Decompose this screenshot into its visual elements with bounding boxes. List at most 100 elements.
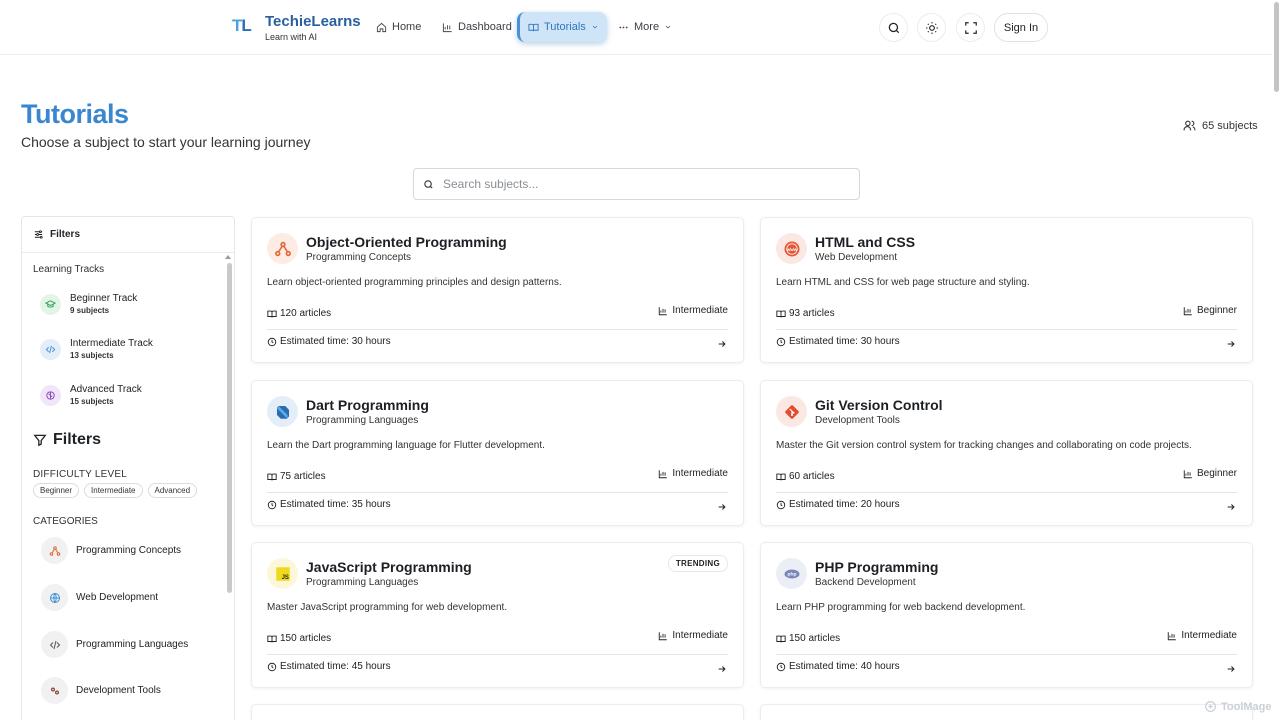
- subject-search[interactable]: [413, 168, 860, 200]
- card-articles-label: 93 articles: [789, 308, 835, 319]
- card-time-label: Estimated time: 20 hours: [789, 499, 900, 510]
- sidebar-header-label: Filters: [50, 229, 81, 240]
- arrow-right-icon[interactable]: [717, 336, 727, 354]
- track-beginner-text: Beginner Track 9 subjects: [70, 293, 137, 315]
- subject-card-oop[interactable]: Object-Oriented Programming Programming …: [251, 217, 744, 363]
- php-logo-icon: php: [776, 558, 807, 589]
- book-icon: [776, 635, 786, 642]
- code-icon: [40, 338, 61, 360]
- card-articles: 120 articles: [267, 308, 331, 319]
- category-web-development[interactable]: Web Development: [41, 584, 158, 611]
- dart-logo-icon: [267, 396, 298, 427]
- arrow-right-icon[interactable]: [717, 499, 727, 517]
- card-title[interactable]: PHP Programming: [815, 559, 938, 575]
- track-intermediate[interactable]: Intermediate Track 13 subjects: [40, 338, 153, 360]
- card-level-label: Beginner: [1196, 468, 1237, 479]
- subject-count-label: 65 subjects: [1202, 119, 1258, 132]
- sun-icon: [925, 21, 938, 34]
- www-globe-icon: www: [776, 233, 807, 264]
- brand-name[interactable]: TechieLearns: [265, 13, 361, 30]
- graduation-cap-icon: [40, 293, 61, 315]
- track-count: 13 subjects: [70, 351, 114, 360]
- subject-count: 65 subjects: [1183, 119, 1258, 132]
- card-articles-label: 150 articles: [280, 633, 332, 644]
- js-logo-text: JS: [281, 574, 288, 580]
- sidebar-scrollbar[interactable]: [227, 263, 232, 593]
- filters-title-label: Filters: [53, 431, 102, 448]
- subject-card-dart[interactable]: Dart Programming Programming Languages L…: [251, 380, 744, 526]
- brain-icon: [40, 384, 61, 406]
- nav-tutorials[interactable]: Tutorials: [517, 12, 607, 42]
- card-description: Master JavaScript programming for web de…: [267, 602, 508, 613]
- category-programming-languages[interactable]: Programming Languages: [41, 631, 188, 658]
- card-title[interactable]: Object-Oriented Programming: [306, 234, 507, 250]
- card-level-label: Beginner: [1196, 305, 1237, 316]
- card-title[interactable]: JavaScript Programming: [306, 559, 472, 575]
- fullscreen-button[interactable]: [956, 13, 985, 42]
- search-input[interactable]: [443, 177, 843, 191]
- card-title[interactable]: Dart Programming: [306, 397, 429, 413]
- sign-in-button[interactable]: Sign In: [994, 13, 1048, 42]
- category-programming-concepts[interactable]: Programming Concepts: [41, 537, 181, 564]
- learning-tracks-label: Learning Tracks: [33, 264, 105, 275]
- search-button[interactable]: [879, 13, 908, 42]
- subject-card-javascript[interactable]: JS JavaScript Programming Programming La…: [251, 542, 744, 688]
- track-advanced-text: Advanced Track 15 subjects: [70, 384, 142, 406]
- logo-letter-t: T: [232, 16, 242, 35]
- sidebar-scroll-up[interactable]: [225, 255, 231, 259]
- users-icon: [1183, 120, 1196, 131]
- subject-card-html-css[interactable]: www HTML and CSS Web Development Learn H…: [760, 217, 1253, 363]
- nav-dashboard[interactable]: Dashboard: [434, 12, 520, 42]
- nav-more-label: More: [634, 21, 660, 33]
- book-icon: [776, 310, 786, 317]
- nav-more[interactable]: More: [610, 12, 680, 42]
- track-name: Intermediate Track: [70, 338, 153, 349]
- subject-card-php[interactable]: php PHP Programming Backend Development …: [760, 542, 1253, 688]
- book-icon: [267, 473, 277, 480]
- card-level: Intermediate: [658, 468, 728, 479]
- bar-chart-icon: [1183, 469, 1192, 478]
- logo-mark[interactable]: TL: [232, 16, 252, 36]
- card-title[interactable]: HTML and CSS: [815, 234, 915, 250]
- trending-badge: TRENDING: [667, 555, 728, 572]
- track-name: Advanced Track: [70, 384, 142, 395]
- arrow-right-icon[interactable]: [717, 661, 727, 679]
- chip-beginner[interactable]: Beginner: [33, 483, 80, 498]
- card-description: Master the Git version control system fo…: [776, 440, 1192, 451]
- card-time-label: Estimated time: 40 hours: [789, 661, 900, 672]
- gears-icon: [41, 677, 68, 704]
- track-beginner[interactable]: Beginner Track 9 subjects: [40, 293, 137, 315]
- nav-dashboard-label: Dashboard: [458, 21, 512, 33]
- page-title: Tutorials: [21, 99, 129, 129]
- card-description: Learn PHP programming for web backend de…: [776, 602, 1026, 613]
- arrow-right-icon[interactable]: [1226, 499, 1236, 517]
- book-icon: [528, 23, 539, 31]
- nav-home[interactable]: Home: [368, 12, 429, 42]
- chip-intermediate[interactable]: Intermediate: [84, 483, 143, 498]
- theme-toggle-button[interactable]: [917, 13, 946, 42]
- card-category: Programming Concepts: [306, 252, 412, 263]
- difficulty-label: DIFFICULTY LEVEL: [33, 469, 127, 480]
- more-dots-icon: [619, 26, 628, 28]
- chip-advanced[interactable]: Advanced: [147, 483, 198, 498]
- subject-card-partial[interactable]: [251, 704, 744, 720]
- card-description: Learn object-oriented programming princi…: [267, 277, 562, 288]
- category-development-tools[interactable]: Development Tools: [41, 677, 161, 704]
- track-advanced[interactable]: Advanced Track 15 subjects: [40, 384, 142, 406]
- subject-card-partial[interactable]: [760, 704, 1253, 720]
- book-icon: [776, 473, 786, 480]
- card-title[interactable]: Git Version Control: [815, 397, 943, 413]
- bar-chart-icon: [659, 631, 668, 640]
- arrow-right-icon[interactable]: [1226, 661, 1236, 679]
- card-level: Beginner: [1183, 305, 1237, 316]
- card-time: Estimated time: 45 hours: [267, 661, 391, 672]
- track-count: 15 subjects: [70, 397, 114, 406]
- card-articles-label: 150 articles: [789, 633, 841, 644]
- card-level-label: Intermediate: [1181, 630, 1237, 641]
- subject-card-git[interactable]: Git Version Control Development Tools Ma…: [760, 380, 1253, 526]
- category-label: Programming Languages: [76, 639, 189, 650]
- card-time-label: Estimated time: 45 hours: [280, 661, 391, 672]
- page-scrollbar[interactable]: [1274, 2, 1279, 92]
- arrow-right-icon[interactable]: [1226, 336, 1236, 354]
- bar-chart-icon: [659, 306, 668, 315]
